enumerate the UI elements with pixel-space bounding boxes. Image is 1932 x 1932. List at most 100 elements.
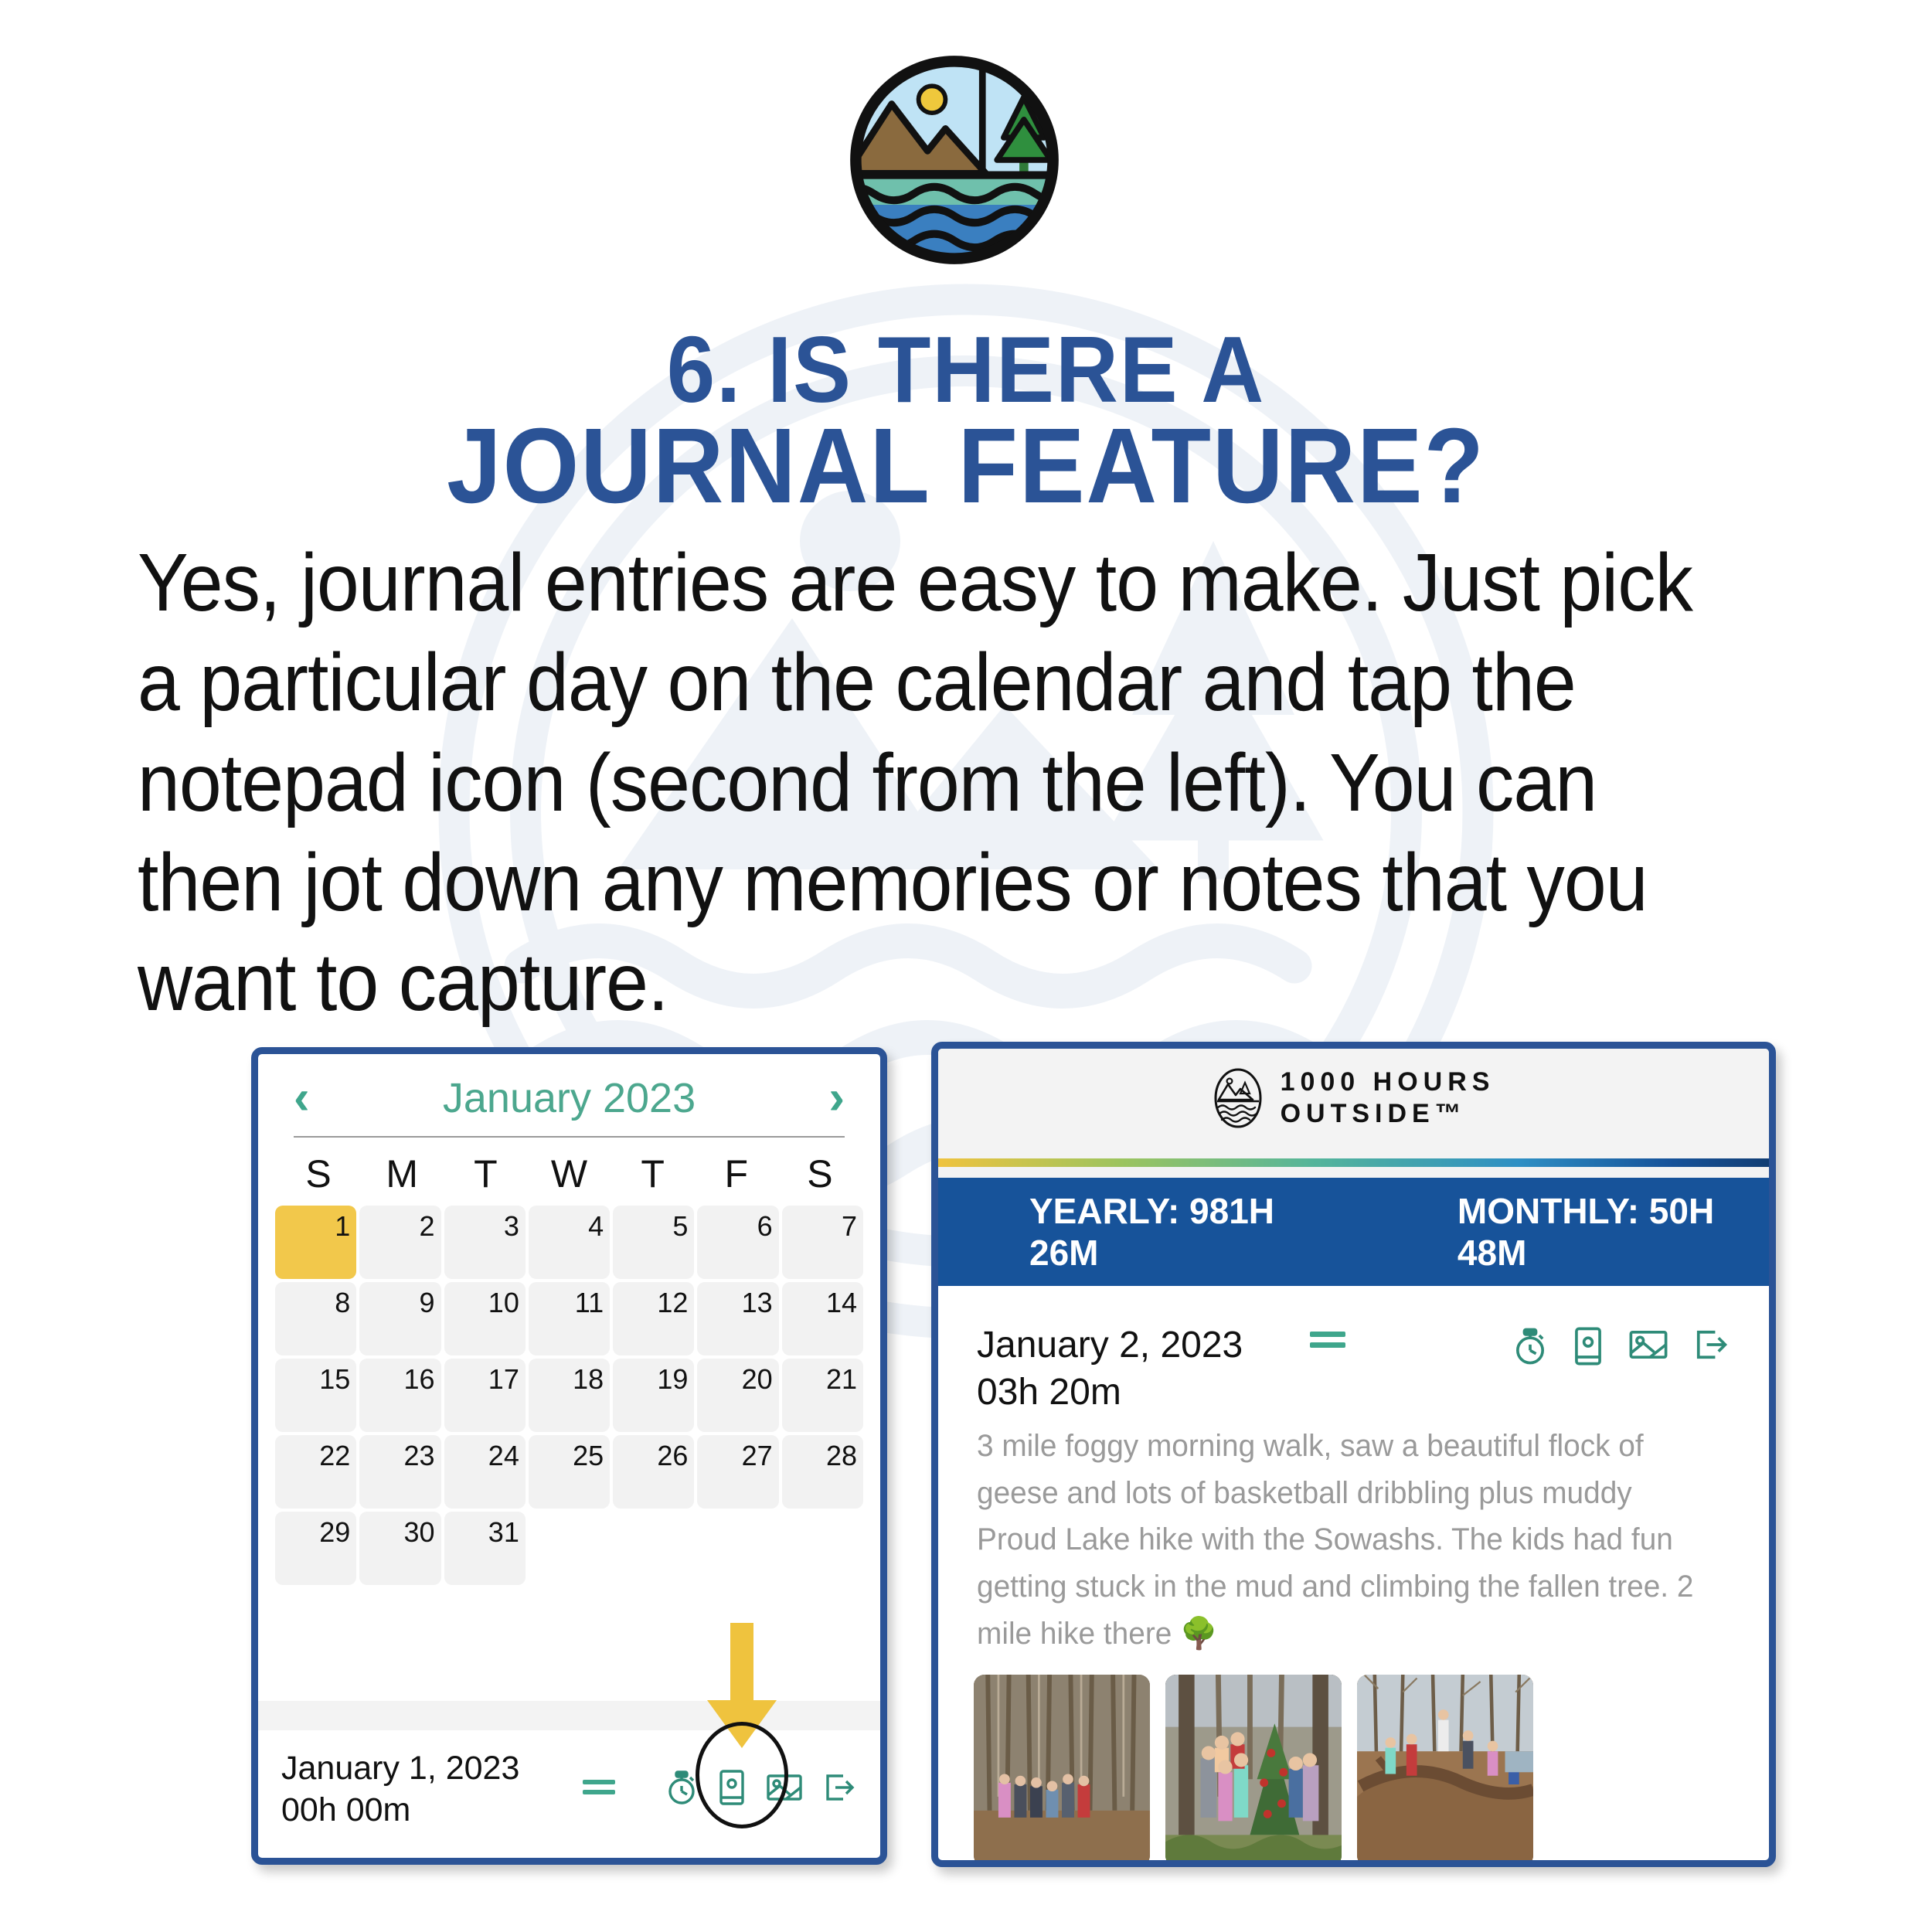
calendar-empty-cell: [697, 1512, 778, 1585]
calendar-day-cell[interactable]: 18: [528, 1359, 611, 1432]
day-number: 16: [403, 1363, 435, 1395]
calendar-grey-separator: [258, 1701, 880, 1730]
dow-label: M: [386, 1152, 419, 1196]
day-number: 11: [574, 1287, 604, 1318]
day-number: 15: [319, 1363, 351, 1395]
calendar-day-cell[interactable]: 22: [275, 1435, 357, 1509]
day-number: 26: [657, 1440, 689, 1471]
stopwatch-icon[interactable]: [1511, 1325, 1549, 1372]
notepad-icon[interactable]: [1571, 1325, 1605, 1372]
calendar-day-cell[interactable]: 21: [781, 1359, 863, 1432]
journal-entry: January 2, 2023 03h 20m 3 mile foggy mor…: [938, 1286, 1769, 1658]
day-number: 5: [672, 1210, 689, 1242]
calendar-day-cell[interactable]: 3: [444, 1206, 526, 1279]
calendar-day-cell[interactable]: 4: [528, 1206, 611, 1279]
calendar-day-cell[interactable]: 6: [697, 1206, 779, 1279]
oval-highlight-annotation: [696, 1722, 788, 1828]
calendar-day-cell[interactable]: 11: [528, 1282, 611, 1355]
calendar-day-cell[interactable]: 23: [359, 1435, 441, 1509]
export-icon[interactable]: [821, 1769, 857, 1810]
journal-photo[interactable]: [1357, 1674, 1533, 1860]
calendar-day-cell[interactable]: 29: [275, 1512, 357, 1585]
day-number: 24: [488, 1440, 519, 1471]
title-line-2: JOURNAL FEATURE?: [447, 406, 1485, 526]
gradient-pad: [938, 1148, 1769, 1158]
calendar-day-cell[interactable]: 12: [613, 1282, 695, 1355]
calendar-day-cell[interactable]: 2: [359, 1206, 441, 1279]
day-number: 8: [335, 1287, 351, 1318]
calendar-day-cell[interactable]: 13: [697, 1282, 779, 1355]
calendar-day-cell[interactable]: 26: [613, 1435, 695, 1509]
next-month-chevron-icon[interactable]: ›: [828, 1074, 845, 1122]
day-number: 7: [841, 1210, 857, 1242]
dow-label: T: [641, 1152, 665, 1196]
day-number: 29: [319, 1516, 351, 1548]
calendar-day-cell[interactable]: 1: [275, 1206, 357, 1279]
mountain-lake-circle-logo: [850, 56, 1059, 264]
day-number: 21: [825, 1363, 857, 1395]
brand-line-2: OUTSIDE™: [1280, 1099, 1467, 1128]
footer-date: January 1, 2023: [281, 1749, 520, 1787]
calendar-day-cell[interactable]: 5: [613, 1206, 695, 1279]
calendar-spacer: [258, 1585, 880, 1701]
calendar-day-cell[interactable]: 8: [275, 1282, 357, 1355]
tracker-brand-header: 1000 HOURS OUTSIDE™: [938, 1049, 1769, 1148]
mountain-lake-oval-logo-icon: [1214, 1068, 1262, 1128]
journal-entry-header: January 2, 2023 03h 20m: [977, 1321, 1730, 1417]
day-number: 14: [825, 1287, 857, 1318]
entry-date-block: January 2, 2023 03h 20m: [977, 1321, 1243, 1417]
dow-label: W: [550, 1152, 588, 1196]
journal-entry-screenshot-panel: 1000 HOURS OUTSIDE™ YEARLY: 981H 26M MON…: [931, 1042, 1776, 1867]
title-line-1: 6. IS THERE A: [666, 317, 1266, 422]
day-number: 6: [757, 1210, 773, 1242]
prev-month-chevron-icon[interactable]: ‹: [294, 1074, 310, 1122]
calendar-day-cell[interactable]: 15: [275, 1359, 357, 1432]
calendar-day-cell[interactable]: 7: [781, 1206, 863, 1279]
calendar-day-cell[interactable]: 25: [528, 1435, 611, 1509]
dow-label: S: [305, 1152, 332, 1196]
journal-photo-strip: [938, 1658, 1769, 1860]
entry-action-icons: [1511, 1325, 1730, 1372]
stopwatch-icon[interactable]: [664, 1767, 699, 1811]
calendar-day-cell[interactable]: 30: [359, 1512, 441, 1585]
day-number: 3: [503, 1210, 519, 1242]
dow-label: F: [724, 1152, 749, 1196]
calendar-day-cell[interactable]: 27: [697, 1435, 779, 1509]
calendar-day-cell[interactable]: 24: [444, 1435, 526, 1509]
footer-duration: 00h 00m: [281, 1791, 411, 1828]
journal-entry-note: 3 mile foggy morning walk, saw a beautif…: [977, 1428, 1694, 1651]
day-number: 12: [657, 1287, 689, 1318]
day-number: 9: [419, 1287, 435, 1318]
calendar-day-cell[interactable]: 9: [359, 1282, 441, 1355]
calendar-day-cell[interactable]: 28: [781, 1435, 863, 1509]
calendar-day-cell[interactable]: 14: [781, 1282, 863, 1355]
day-of-week-row: S M T W T F S: [258, 1138, 880, 1202]
footer-date-block: January 1, 2023 00h 00m: [281, 1748, 519, 1832]
calendar-empty-cell: [529, 1512, 610, 1585]
calendar-day-cell[interactable]: 16: [359, 1359, 441, 1432]
export-icon[interactable]: [1692, 1325, 1730, 1372]
journal-photo[interactable]: [974, 1674, 1150, 1860]
calendar-empty-cell: [613, 1512, 694, 1585]
day-number: 1: [335, 1210, 351, 1242]
dow-label: T: [474, 1152, 498, 1196]
page-title: 6. IS THERE A JOURNAL FEATURE?: [77, 317, 1855, 526]
day-number: 27: [741, 1440, 773, 1471]
yearly-stat: YEARLY: 981H 26M: [1029, 1191, 1275, 1273]
entry-duration: 03h 20m: [977, 1372, 1121, 1413]
journal-photo[interactable]: [1165, 1674, 1342, 1860]
calendar-grid: 1 2 3 4 5 6 7 8 9 10 11 12 13 14 15 16 1…: [258, 1202, 880, 1585]
day-number: 31: [488, 1516, 519, 1548]
day-number: 30: [403, 1516, 435, 1548]
tracker-brand-text: 1000 HOURS OUTSIDE™: [1281, 1066, 1495, 1131]
calendar-day-cell[interactable]: 17: [444, 1359, 526, 1432]
photo-icon[interactable]: [1627, 1325, 1670, 1372]
equals-menu-icon[interactable]: [1308, 1328, 1347, 1356]
brand-line-1: 1000 HOURS: [1280, 1066, 1495, 1097]
calendar-day-cell[interactable]: 19: [613, 1359, 695, 1432]
calendar-day-cell[interactable]: 10: [444, 1282, 526, 1355]
body-paragraph: Yes, journal entries are easy to make. J…: [138, 537, 1693, 1029]
calendar-day-cell[interactable]: 31: [444, 1512, 526, 1585]
calendar-day-cell[interactable]: 20: [697, 1359, 779, 1432]
equals-menu-icon[interactable]: [581, 1776, 617, 1803]
